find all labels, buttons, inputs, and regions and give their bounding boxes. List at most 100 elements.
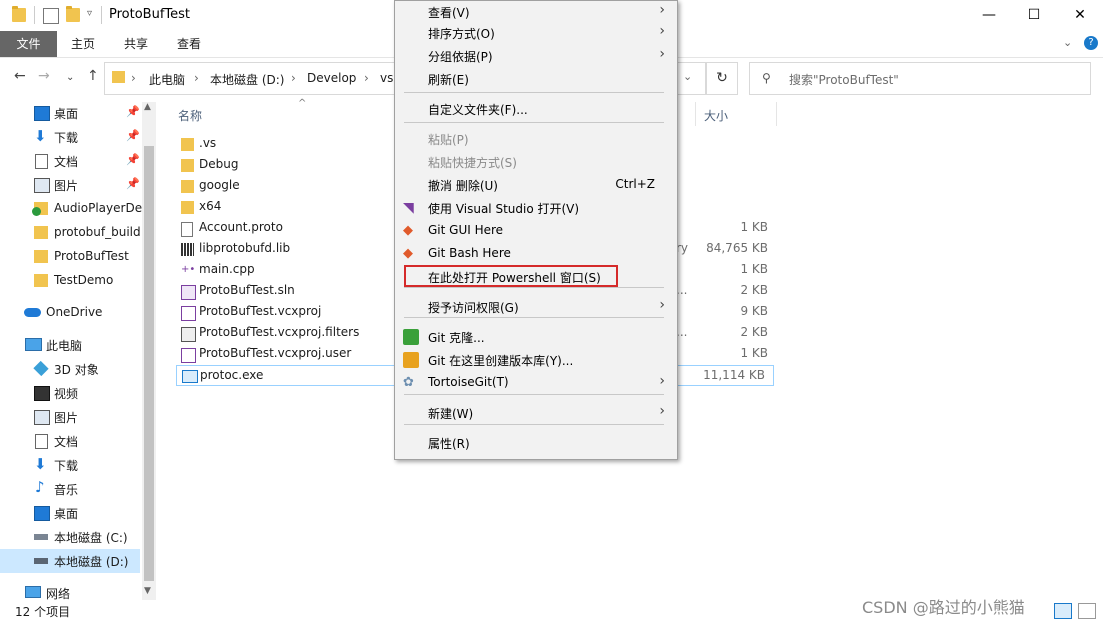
- sidebar-item-3d-objects[interactable]: 3D 对象: [0, 357, 140, 381]
- sidebar-item-protobuftest[interactable]: ProtoBufTest: [0, 245, 140, 269]
- breadcrumb-separator[interactable]: ›: [194, 71, 199, 85]
- large-icons-view-icon[interactable]: [1078, 603, 1096, 619]
- breadcrumb-develop[interactable]: Develop: [307, 71, 356, 85]
- file-size: 11,114 KB: [703, 368, 765, 382]
- menu-separator: [404, 424, 664, 425]
- menu-item[interactable]: 授予访问权限(G) ›: [395, 295, 675, 318]
- tab-file[interactable]: 文件: [0, 31, 57, 57]
- sidebar-item-documents[interactable]: 文档 📌: [0, 149, 140, 173]
- sidebar-item-label: 本地磁盘 (C:): [54, 531, 128, 545]
- quick-access-dropdown-icon[interactable]: ▿: [87, 8, 92, 19]
- breadcrumb-separator[interactable]: ›: [291, 71, 296, 85]
- sidebar-item-videos[interactable]: 视频: [0, 381, 140, 405]
- pin-icon[interactable]: 📌: [126, 105, 140, 118]
- sidebar-item-this-pc[interactable]: 此电脑: [0, 333, 140, 357]
- up-arrow-icon[interactable]: ↑: [87, 68, 99, 84]
- maximize-button[interactable]: ☐: [1011, 0, 1057, 31]
- folder-icon: [181, 201, 194, 214]
- folder-icon: [34, 226, 48, 239]
- tab-home[interactable]: 主页: [71, 31, 95, 57]
- tab-view[interactable]: 查看: [177, 31, 201, 57]
- menu-item[interactable]: 粘贴快捷方式(S): [395, 150, 675, 173]
- sidebar-item-protobuf-build[interactable]: protobuf_build: [0, 221, 141, 245]
- menu-item[interactable]: ◥ 使用 Visual Studio 打开(V): [395, 196, 675, 219]
- ribbon-expand-icon[interactable]: ⌄: [1063, 36, 1072, 49]
- sidebar-item-documents-pc[interactable]: 文档: [0, 429, 140, 453]
- column-divider[interactable]: [776, 102, 777, 126]
- pin-icon[interactable]: 📌: [126, 177, 140, 190]
- menu-item-label: 分组依据(P): [428, 50, 493, 64]
- scroll-down-icon[interactable]: ▼: [144, 586, 151, 596]
- back-arrow-icon[interactable]: ←: [14, 68, 26, 84]
- sidebar-item-desktop-pc[interactable]: 桌面: [0, 501, 140, 525]
- desktop-icon: [34, 106, 50, 121]
- sidebar-item-network[interactable]: 网络: [0, 581, 140, 605]
- breadcrumb-this-pc[interactable]: 此电脑: [149, 71, 185, 88]
- sidebar-item-label: TestDemo: [54, 273, 114, 287]
- menu-item[interactable]: 粘贴(P): [395, 127, 675, 150]
- file-name: Debug: [199, 157, 239, 171]
- menu-item[interactable]: ✿ TortoiseGit(T) ›: [395, 371, 675, 394]
- column-divider[interactable]: [695, 102, 696, 126]
- menu-item[interactable]: Git 克隆...: [395, 325, 675, 348]
- sidebar-item-label: 桌面: [54, 507, 79, 521]
- recent-locations-icon[interactable]: ⌄: [66, 72, 74, 83]
- menu-item[interactable]: 排序方式(O) ›: [395, 21, 675, 44]
- minimize-button[interactable]: —: [966, 0, 1012, 31]
- column-header-size[interactable]: 大小: [704, 107, 728, 124]
- close-button[interactable]: ✕: [1057, 0, 1103, 31]
- menu-item-shortcut: Ctrl+Z: [615, 177, 655, 191]
- menu-item[interactable]: Git 在这里创建版本库(Y)...: [395, 348, 675, 371]
- sidebar-item-label: 网络: [46, 587, 71, 601]
- menu-item[interactable]: 分组依据(P) ›: [395, 44, 675, 67]
- refresh-button[interactable]: ↻: [706, 62, 738, 95]
- menu-item[interactable]: ◆ Git GUI Here: [395, 219, 675, 242]
- menu-item[interactable]: 查看(V) ›: [395, 0, 675, 23]
- pin-icon[interactable]: 📌: [126, 153, 140, 166]
- sidebar-item-downloads-pc[interactable]: ⬇ 下载: [0, 453, 140, 477]
- folder-icon: [112, 71, 125, 83]
- git-clone-icon: [403, 329, 419, 345]
- scroll-up-icon[interactable]: ▲: [144, 102, 151, 112]
- sidebar-item-audioplayerde[interactable]: AudioPlayerDe: [0, 197, 142, 221]
- details-view-icon[interactable]: [1054, 603, 1072, 619]
- sidebar-item-label: 视频: [54, 387, 79, 401]
- folder-icon: [181, 159, 194, 172]
- sidebar-item-pictures[interactable]: 图片 📌: [0, 173, 140, 197]
- breadcrumb-separator[interactable]: ›: [364, 71, 369, 85]
- sidebar-item-pictures-pc[interactable]: 图片: [0, 405, 140, 429]
- column-header-name[interactable]: 名称: [178, 107, 202, 124]
- breadcrumb-separator[interactable]: ›: [131, 71, 136, 85]
- sidebar-item-onedrive[interactable]: OneDrive: [0, 301, 140, 325]
- breadcrumb-drive-d[interactable]: 本地磁盘 (D:): [210, 71, 284, 88]
- properties-icon[interactable]: [43, 8, 59, 24]
- git-init-icon: [403, 352, 419, 368]
- sidebar-item-desktop[interactable]: 桌面 📌: [0, 101, 140, 125]
- folder-icon: [12, 6, 26, 22]
- nav-scrollbar-thumb[interactable]: [144, 146, 154, 581]
- sidebar-item-drive-d[interactable]: 本地磁盘 (D:): [0, 549, 140, 573]
- sidebar-item-testdemo[interactable]: TestDemo: [0, 269, 140, 293]
- menu-item[interactable]: ◆ Git Bash Here: [395, 242, 675, 265]
- sidebar-item-label: 文档: [54, 155, 79, 169]
- sidebar-item-drive-c[interactable]: 本地磁盘 (C:): [0, 525, 140, 549]
- sidebar-item-music[interactable]: ♪ 音乐: [0, 477, 140, 501]
- menu-item[interactable]: 撤消 删除(U) Ctrl+Z: [395, 173, 675, 196]
- address-dropdown-icon[interactable]: ⌄: [683, 70, 692, 83]
- file-size: 2 KB: [740, 283, 768, 297]
- new-folder-icon[interactable]: [66, 6, 80, 22]
- video-icon: [34, 386, 50, 401]
- menu-item[interactable]: 刷新(E): [395, 67, 675, 90]
- cpp-icon: +•: [181, 264, 196, 275]
- menu-item[interactable]: 属性(R): [395, 431, 675, 454]
- menu-item[interactable]: 新建(W) ›: [395, 401, 675, 424]
- pin-icon[interactable]: 📌: [126, 129, 140, 142]
- 3d-objects-icon: [33, 360, 49, 377]
- sidebar-item-downloads[interactable]: ⬇ 下载 📌: [0, 125, 140, 149]
- help-icon[interactable]: ?: [1084, 36, 1098, 50]
- forward-arrow-icon[interactable]: →: [38, 68, 50, 84]
- menu-separator: [404, 394, 664, 395]
- breadcrumb-vs[interactable]: vs: [380, 71, 393, 85]
- menu-item[interactable]: 自定义文件夹(F)...: [395, 97, 675, 120]
- tab-share[interactable]: 共享: [124, 31, 148, 57]
